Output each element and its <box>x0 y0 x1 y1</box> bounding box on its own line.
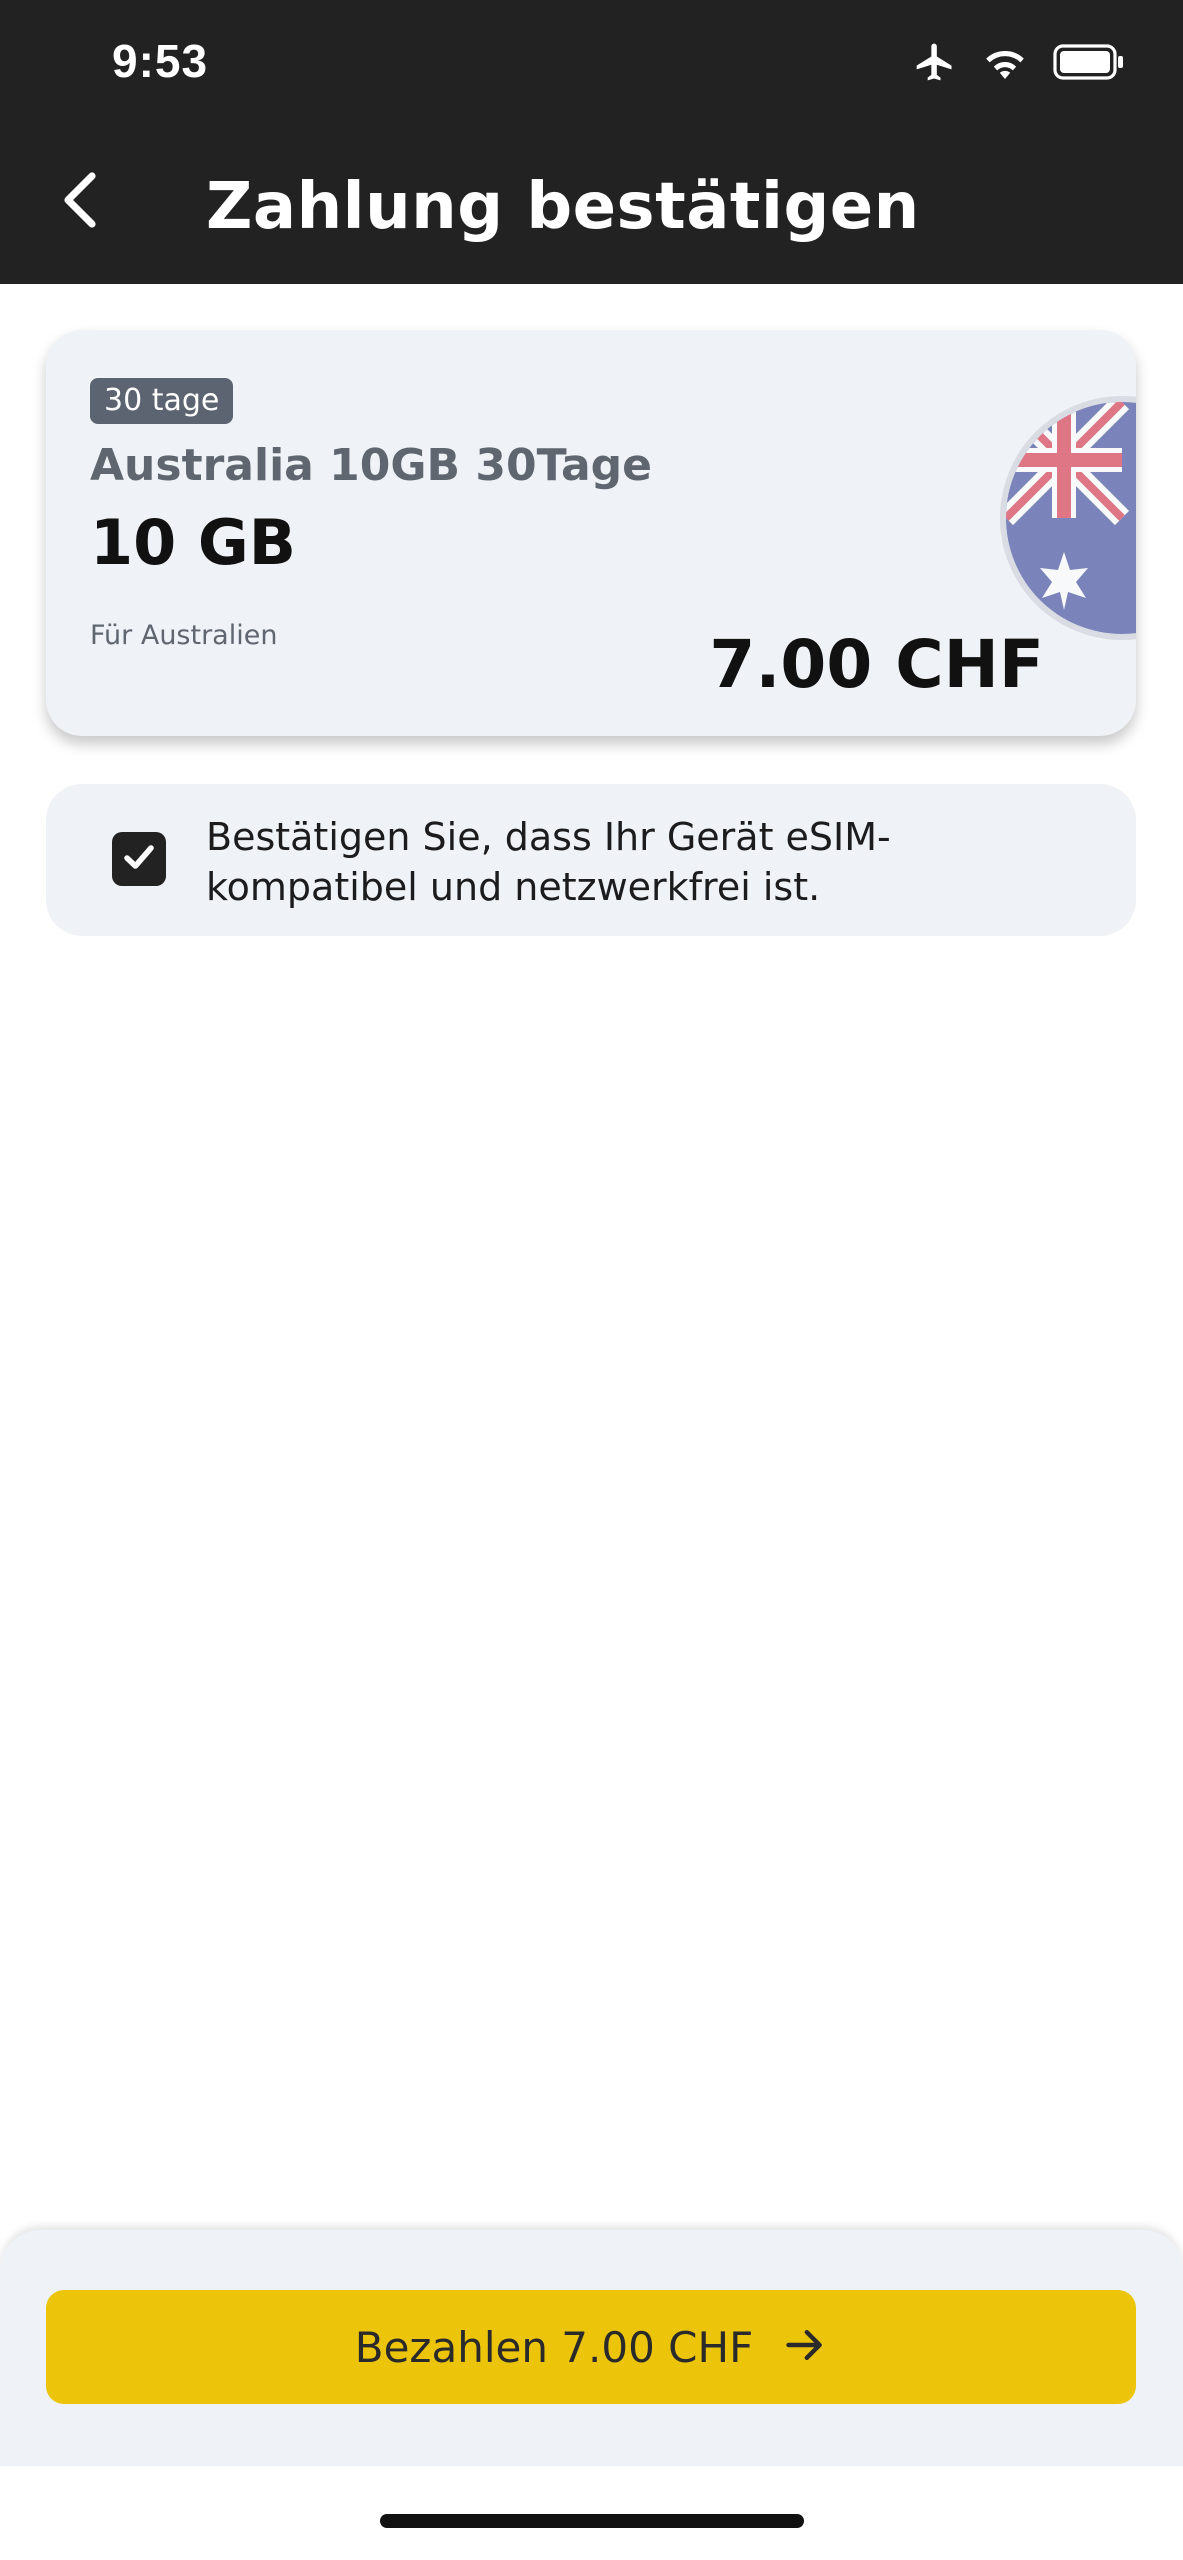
home-indicator <box>380 2514 804 2528</box>
battery-icon <box>1053 44 1125 80</box>
page-title: Zahlung bestätigen <box>206 170 920 244</box>
arrow-right-icon <box>783 2323 827 2372</box>
plan-card: 30 tage Australia 10GB 30Tage 10 GB Für … <box>46 330 1136 736</box>
status-icons <box>913 40 1125 84</box>
status-time: 9:53 <box>112 35 209 87</box>
back-button[interactable] <box>40 162 120 242</box>
days-badge: 30 tage <box>90 378 234 424</box>
chevron-left-icon <box>58 170 102 235</box>
pay-button-label: Bezahlen 7.00 CHF <box>354 2322 754 2372</box>
plan-price: 7.00 CHF <box>709 626 1044 703</box>
checkmark-icon <box>119 837 159 882</box>
australia-flag-icon <box>1000 396 1136 640</box>
airplane-icon <box>913 40 957 84</box>
plan-name: Australia 10GB 30Tage <box>90 440 652 491</box>
top-bar: 9:53 Zahlung bestätigen <box>0 0 1183 284</box>
plan-region: Für Australien <box>90 620 278 651</box>
esim-confirm-text: Bestätigen Sie, dass Ihr Gerät eSIM-komp… <box>206 815 891 909</box>
plan-data-amount: 10 GB <box>90 506 297 579</box>
status-bar: 9:53 <box>0 0 1183 130</box>
esim-confirm-checkbox[interactable] <box>112 832 166 886</box>
bottom-panel: Bezahlen 7.00 CHF <box>0 2230 1183 2466</box>
pay-button[interactable]: Bezahlen 7.00 CHF <box>46 2290 1136 2404</box>
wifi-icon <box>981 42 1029 82</box>
navigation-bar: Zahlung bestätigen <box>0 140 1183 270</box>
esim-confirm-row[interactable]: Bestätigen Sie, dass Ihr Gerät eSIM-komp… <box>46 784 1136 936</box>
